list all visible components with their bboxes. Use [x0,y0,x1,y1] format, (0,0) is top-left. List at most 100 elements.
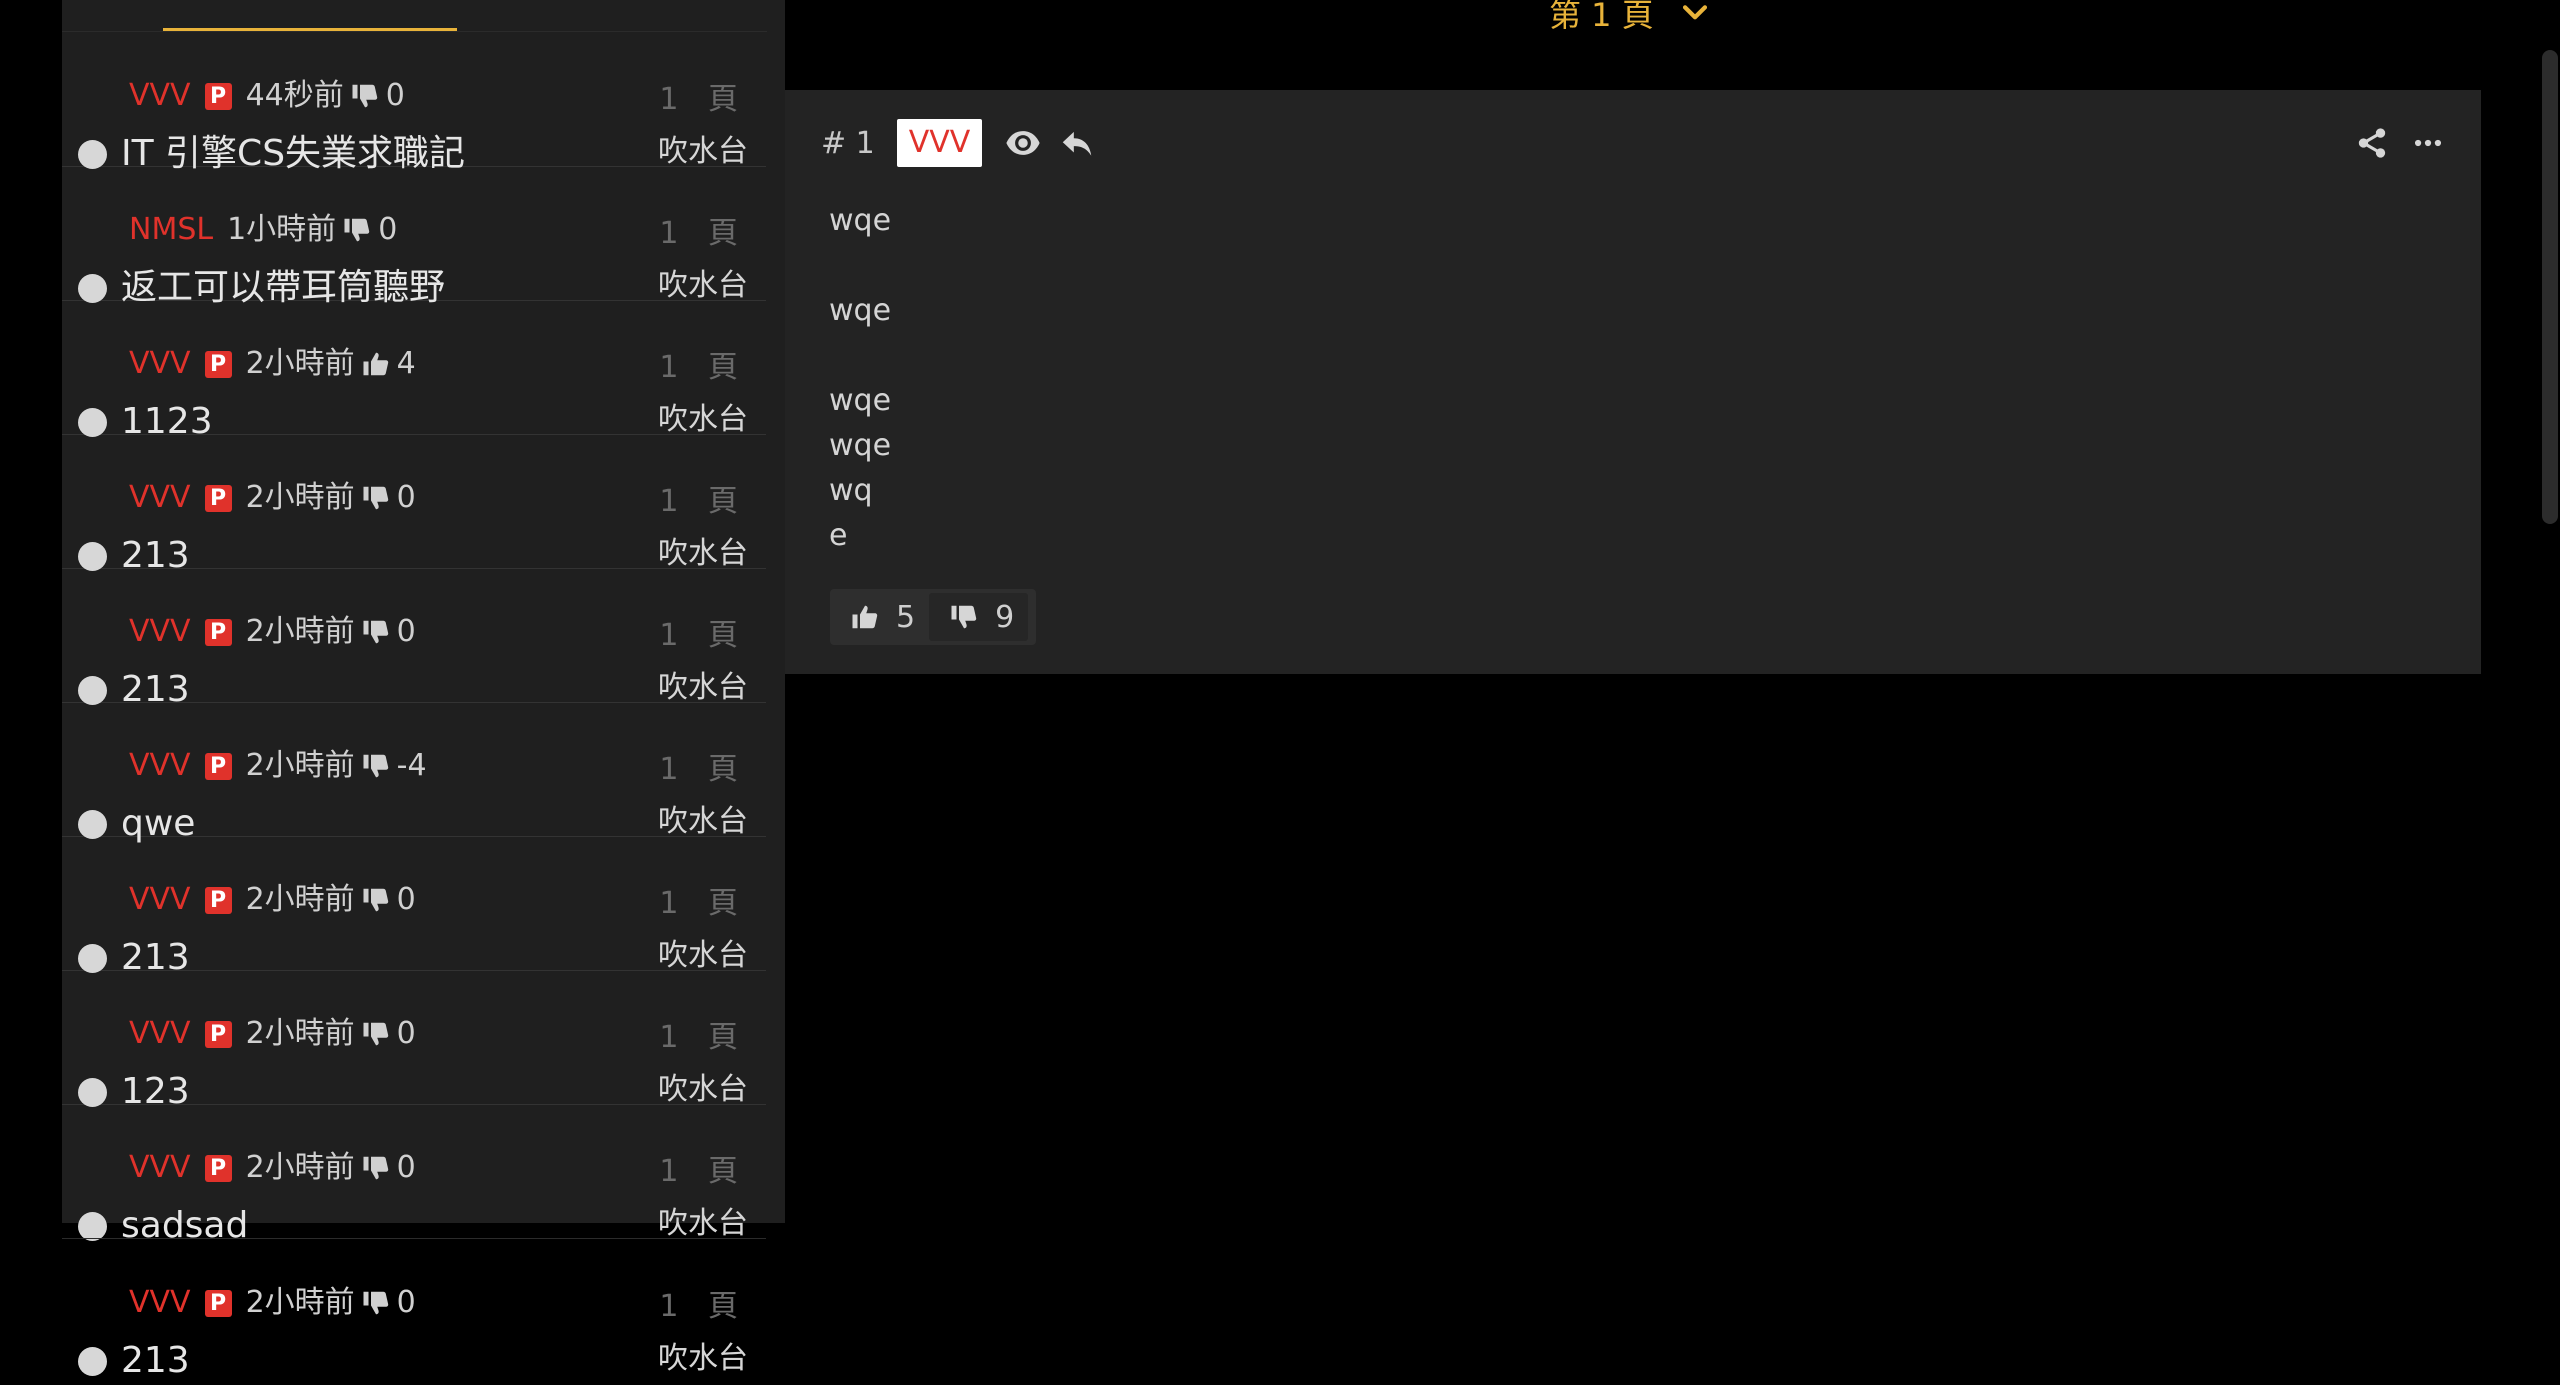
eye-icon[interactable] [1004,124,1042,162]
thread-score: 0 [378,212,398,247]
thread-item[interactable]: VVV P 2小時前 0 213 1 頁吹水台 [62,1238,766,1381]
thread-time: 2小時前 [245,748,355,783]
scrollbar[interactable] [2536,0,2560,1374]
thread-read-indicator [78,1078,107,1107]
post-body: wqe wqe wqe wqe wq e [829,198,891,558]
thread-read-indicator [78,1347,107,1376]
thread-time: 1小時前 [227,212,337,247]
thread-time: 2小時前 [245,480,355,515]
thread-meta: VVV P 2小時前 0 [129,612,416,652]
thread-meta: VVV P 2小時前 4 [129,344,416,384]
thread-badge: P [204,752,232,780]
thread-read-indicator [78,810,107,839]
thread-pages[interactable]: 1 頁 [659,482,748,522]
thread-score: 0 [396,882,416,917]
reply-icon[interactable] [1058,124,1096,162]
share-icon[interactable] [2355,126,2389,160]
thread-author[interactable]: VVV [129,1283,191,1323]
thread-badge: P [204,886,232,914]
thumbs-down-icon [361,1288,391,1318]
thread-badge: P [204,1020,232,1048]
thread-read-indicator [78,274,107,303]
thumbs-down-icon [361,751,391,781]
thread-pages[interactable]: 1 頁 [659,214,748,254]
thread-pages[interactable]: 1 頁 [659,1287,748,1327]
page-selector[interactable]: 第 1 頁 [1549,0,1712,38]
thread-meta: VVV P 2小時前 0 [129,1014,416,1054]
thread-pages[interactable]: 1 頁 [659,750,748,790]
thread-author[interactable]: VVV [129,612,191,652]
thread-read-indicator [78,1212,107,1241]
thread-meta: VVV P 44秒前 0 [129,76,405,116]
thread-score: 0 [396,614,416,649]
scrollbar-thumb[interactable] [2542,50,2558,524]
thread-score: 0 [396,1150,416,1185]
thread-author[interactable]: VVV [129,478,191,518]
thread-pages[interactable]: 1 頁 [659,1018,748,1058]
thread-score: -4 [396,748,427,783]
thread-pages[interactable]: 1 頁 [659,884,748,924]
thread-author[interactable]: VVV [129,1014,191,1054]
thumbs-down-icon [951,605,977,629]
thread-author[interactable]: VVV [129,1148,191,1188]
thread-time: 2小時前 [245,882,355,917]
chevron-down-icon [1682,5,1707,20]
thread-score: 0 [396,480,416,515]
thumbs-down-icon [361,1153,391,1183]
thread-time: 2小時前 [245,614,355,649]
post-header: # 1 VVV [821,118,1112,168]
thread-item[interactable]: VVV P 2小時前 0 213 1 頁吹水台 [62,434,766,576]
thread-badge: P [204,1154,232,1182]
like-button[interactable]: 5 [830,589,929,645]
thread-score: 0 [385,78,405,113]
thumbs-up-icon [852,605,878,629]
thread-item[interactable]: VVV P 44秒前 0 IT 引擎CS失業求職記 1 頁吹水台 [62,32,766,174]
thread-author[interactable]: VVV [129,880,191,920]
thread-list-sidebar: VVV P 44秒前 0 IT 引擎CS失業求職記 1 頁吹水台 NMSL 1小時前 0 返工可以… [62,0,785,1246]
thread-score: 4 [396,346,416,381]
thread-title[interactable]: 213 [121,1337,190,1385]
post-body-line [829,243,891,288]
thread-author[interactable]: VVV [129,746,191,786]
thread-item[interactable]: VVV P 2小時前 0 213 1 頁吹水台 [62,568,766,710]
thread-meta: VVV P 2小時前 0 [129,1283,416,1323]
thread-item[interactable]: VVV P 2小時前 -4 qwe 1 頁吹水台 [62,702,766,844]
post-card: # 1 VVV wqe wqe wqe wqe wq e 5 9 [785,90,2481,674]
thread-item[interactable]: VVV P 2小時前 4 1123 1 頁吹水台 [62,300,766,442]
thumbs-down-icon [361,617,391,647]
thread-read-indicator [78,140,107,169]
thread-item[interactable]: NMSL 1小時前 0 返工可以帶耳筒聽野 1 頁吹水台 [62,166,766,308]
thread-badge: P [204,484,232,512]
post-body-line: wqe [829,203,892,238]
thread-author[interactable]: VVV [129,76,191,116]
thumbs-down-icon [350,81,380,111]
dislike-button[interactable]: 9 [929,593,1029,641]
thread-meta: VVV P 2小時前 -4 [129,746,427,786]
thread-author[interactable]: VVV [129,344,191,384]
post-author[interactable]: VVV [896,119,983,167]
thread-item[interactable]: VVV P 2小時前 0 sadsad 1 頁吹水台 [62,1104,766,1246]
dislike-count: 9 [995,599,1015,635]
thread-badge: P [204,618,232,646]
like-count: 5 [896,599,916,635]
thread-time: 2小時前 [245,346,355,381]
thread-badge: P [204,350,232,378]
post-body-line: wqe [829,428,892,463]
post-body-line: wqe [829,383,892,418]
thread-board[interactable]: 吹水台 [658,1339,748,1379]
thread-author[interactable]: NMSL [129,210,213,250]
thread-pages[interactable]: 1 頁 [659,1152,748,1192]
thread-time: 2小時前 [245,1150,355,1185]
thread-pages[interactable]: 1 頁 [659,616,748,656]
post-body-line: e [829,518,848,553]
post-vote-bar: 5 9 [830,589,1036,645]
thread-item[interactable]: VVV P 2小時前 0 123 1 頁吹水台 [62,970,766,1112]
more-icon[interactable] [2411,126,2445,160]
thread-time: 44秒前 [245,78,344,113]
post-number: # 1 [821,125,875,161]
thread-item[interactable]: VVV P 2小時前 0 213 1 頁吹水台 [62,836,766,978]
thread-pages[interactable]: 1 頁 [659,80,748,120]
thread-meta: VVV P 2小時前 0 [129,880,416,920]
thread-badge: P [204,82,232,110]
thread-pages[interactable]: 1 頁 [659,348,748,388]
